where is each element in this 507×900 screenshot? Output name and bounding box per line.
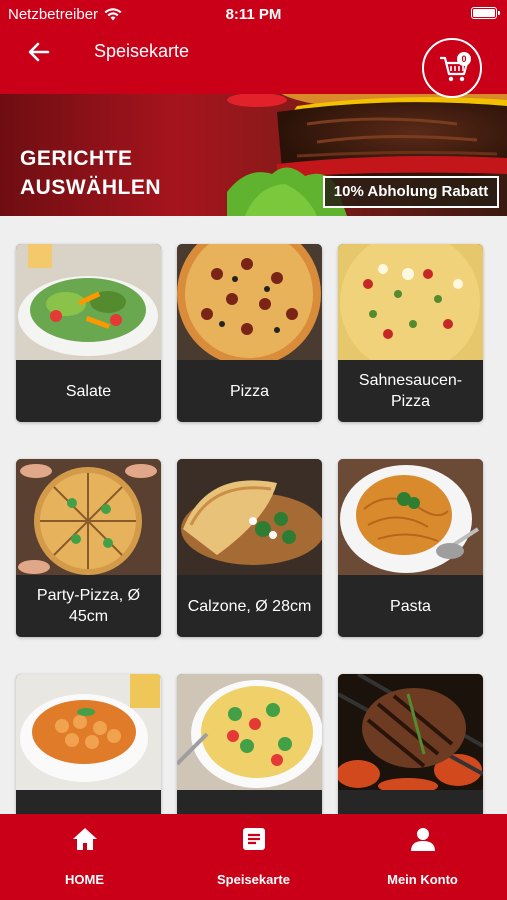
nav-label: Speisekarte — [217, 872, 290, 887]
category-card-calzone[interactable]: Calzone, Ø 28cm — [177, 459, 322, 637]
nav-label: Mein Konto — [387, 872, 458, 887]
category-label — [338, 790, 483, 814]
category-label — [16, 790, 161, 814]
back-arrow-icon — [28, 42, 50, 62]
pizza-image — [177, 244, 322, 360]
grilled-steak-image — [338, 674, 483, 790]
home-icon — [73, 828, 97, 850]
category-card-party-pizza[interactable]: Party-Pizza, Ø 45cm — [16, 459, 161, 637]
battery-icon — [471, 7, 500, 19]
account-icon — [411, 828, 435, 851]
category-label: Salate — [16, 360, 161, 422]
salad-image — [16, 244, 161, 360]
category-label: Party-Pizza, Ø 45cm — [16, 575, 161, 637]
category-label: Pasta — [338, 575, 483, 637]
category-label: Pizza — [177, 360, 322, 422]
category-card-grill[interactable] — [338, 674, 483, 814]
category-grid: Salate Pizza Sahnesaucen-Pizza Party-Piz… — [0, 216, 507, 814]
pasta-image — [338, 459, 483, 575]
category-card-gnocchi[interactable] — [16, 674, 161, 814]
gnocchi-image — [16, 674, 161, 790]
party-pizza-image — [16, 459, 161, 575]
nav-label: HOME — [65, 872, 104, 887]
category-label: Calzone, Ø 28cm — [177, 575, 322, 637]
category-card-pizza[interactable]: Pizza — [177, 244, 322, 422]
category-label: Sahnesaucen-Pizza — [338, 360, 483, 422]
cart-count-badge: 0 — [457, 52, 471, 66]
hero-title: GERICHTE AUSWÄHLEN — [20, 147, 161, 199]
category-card-salate[interactable]: Salate — [16, 244, 161, 422]
back-button[interactable] — [24, 38, 54, 66]
bottom-nav: HOME Speisekarte Mein Konto — [0, 814, 507, 900]
status-time: 8:11 PM — [225, 6, 282, 23]
menu-icon — [243, 828, 265, 850]
category-label — [177, 790, 322, 814]
hero-banner: GERICHTE AUSWÄHLEN 10% Abholung Rabatt — [0, 94, 507, 216]
cart-button[interactable]: 0 — [422, 38, 482, 98]
pickup-discount-badge: 10% Abholung Rabatt — [323, 176, 499, 208]
casserole-image — [177, 674, 322, 790]
cream-pizza-image — [338, 244, 483, 360]
category-card-casserole[interactable] — [177, 674, 322, 814]
category-card-pasta[interactable]: Pasta — [338, 459, 483, 637]
status-bar: Netzbetreiber 8:11 PM — [0, 0, 507, 28]
nav-speisekarte[interactable]: Speisekarte — [169, 814, 338, 900]
page-title: Speisekarte — [94, 41, 190, 61]
category-card-sahnesaucen-pizza[interactable]: Sahnesaucen-Pizza — [338, 244, 483, 422]
nav-home[interactable]: HOME — [0, 814, 169, 900]
nav-mein-konto[interactable]: Mein Konto — [338, 814, 507, 900]
calzone-image — [177, 459, 322, 575]
